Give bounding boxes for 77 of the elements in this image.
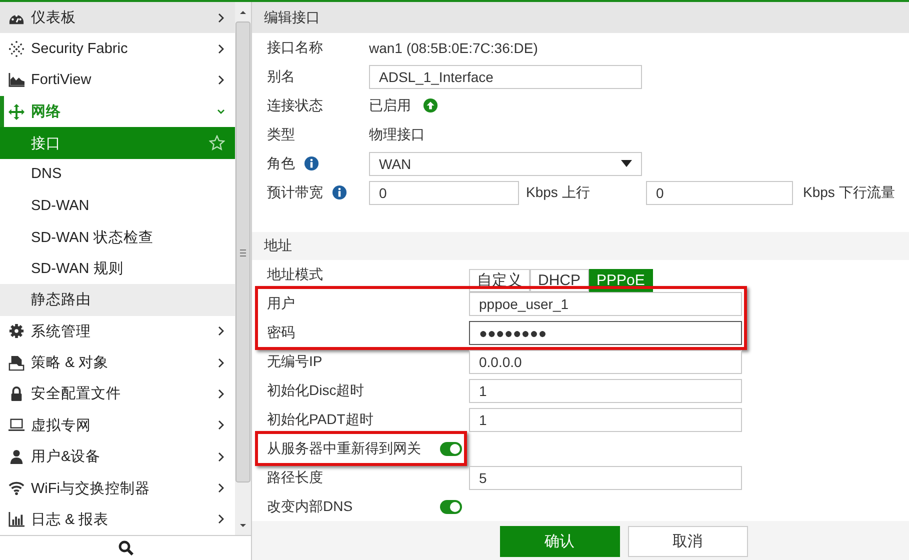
gear-icon [8, 323, 25, 340]
chevron-right-icon [217, 450, 225, 463]
cross-dots-icon [8, 41, 25, 58]
field-label: 密码 [267, 324, 296, 342]
nav-item[interactable]: 静态路由 [0, 284, 235, 316]
input-field[interactable]: 1 [469, 378, 742, 402]
field-label: 改变内部DNS [267, 498, 354, 516]
nav-item[interactable]: 系统管理 [0, 316, 235, 347]
field-label: 预计带宽 [267, 184, 323, 202]
field-value: wan1 (08:5B:0E:7C:36:DE) [369, 40, 538, 56]
field-label: 初始化Disc超时 [267, 382, 366, 400]
toggle-switch[interactable] [440, 442, 462, 456]
nav-item[interactable]: Security Fabric [0, 33, 235, 65]
input-field[interactable]: 1 [469, 408, 742, 432]
caret-icon [621, 160, 632, 167]
field-label: 角色 [267, 154, 295, 172]
move-arrows-icon [8, 104, 25, 120]
search-icon[interactable] [118, 540, 134, 556]
laptop-icon [8, 417, 25, 434]
chevron-right-icon [217, 325, 225, 338]
input-field[interactable]: 5 [469, 466, 742, 490]
chevron-right-icon [217, 388, 225, 400]
field-label: 无编号IP [267, 352, 324, 370]
field-label: 别名 [267, 68, 295, 86]
bar-chart-icon [8, 511, 25, 528]
field-value: 物理接口 [369, 126, 425, 144]
cancel-button[interactable]: 取消 [628, 526, 748, 556]
nav-item[interactable]: SD-WAN [0, 190, 235, 222]
nav-item[interactable]: 仪表板 [0, 2, 235, 34]
info-icon [304, 156, 319, 171]
chevron-right-icon [217, 419, 225, 432]
field-label: 类型 [267, 126, 295, 144]
panel-title: 编辑接口 [252, 2, 909, 33]
field-label: 连接状态 [267, 96, 323, 114]
field-label: 接口名称 [267, 38, 323, 56]
document-icon [8, 354, 25, 371]
chevron-right-icon [217, 513, 225, 526]
input-field[interactable]: 0 [646, 180, 793, 204]
user-icon [8, 448, 25, 465]
nav-item[interactable]: SD-WAN 规则 [0, 252, 235, 284]
field-label: 从服务器中重新得到网关 [267, 440, 422, 458]
input-field[interactable]: pppoe_user_1 [469, 292, 742, 316]
section-title: 地址 [252, 232, 909, 260]
nav-item[interactable]: WiFi与交换控制器 [0, 472, 235, 504]
area-chart-icon [8, 72, 25, 88]
field-value: 已启用 [369, 96, 411, 114]
chevron-right-icon [217, 12, 225, 24]
info-icon [332, 185, 347, 200]
input-field[interactable]: ADSL_1_Interface [369, 64, 642, 88]
input-field[interactable]: ●●●●●●●● [469, 320, 742, 344]
unit-label: Kbps 下行流量 [802, 184, 895, 202]
nav-item[interactable]: 策略 & 对象 [0, 346, 235, 378]
chevron-right-icon [217, 74, 225, 86]
field-label: 路径长度 [267, 468, 324, 486]
toggle-switch[interactable] [440, 500, 462, 514]
unit-label: Kbps 上行 [525, 184, 591, 202]
confirm-button[interactable]: 确认 [500, 526, 620, 556]
chevron-right-icon [217, 356, 225, 369]
role-dropdown[interactable]: WAN [369, 152, 642, 176]
nav-item[interactable]: 虚拟专网 [0, 410, 235, 442]
input-field[interactable]: 0 [369, 180, 519, 204]
star-icon[interactable] [209, 135, 225, 152]
wifi-icon [8, 480, 25, 496]
scrollbar[interactable] [235, 2, 251, 536]
input-field[interactable]: 0.0.0.0 [469, 350, 742, 374]
nav-item[interactable]: 用户&设备 [0, 441, 235, 472]
nav-item[interactable]: 接口 [0, 127, 235, 159]
nav-item[interactable]: SD-WAN 状态检查 [0, 222, 235, 253]
field-label: 初始化PADT超时 [267, 410, 374, 428]
field-label: 地址模式 [267, 266, 324, 284]
chevron-right-icon [217, 482, 225, 494]
nav-item[interactable]: FortiView [0, 64, 235, 96]
field-label: 用户 [267, 294, 296, 312]
nav-item[interactable]: 安全配置文件 [0, 378, 235, 410]
nav-item[interactable]: DNS [0, 158, 235, 190]
chevron-right-icon [217, 43, 225, 56]
nav-item[interactable]: 日志 & 报表 [0, 504, 235, 536]
